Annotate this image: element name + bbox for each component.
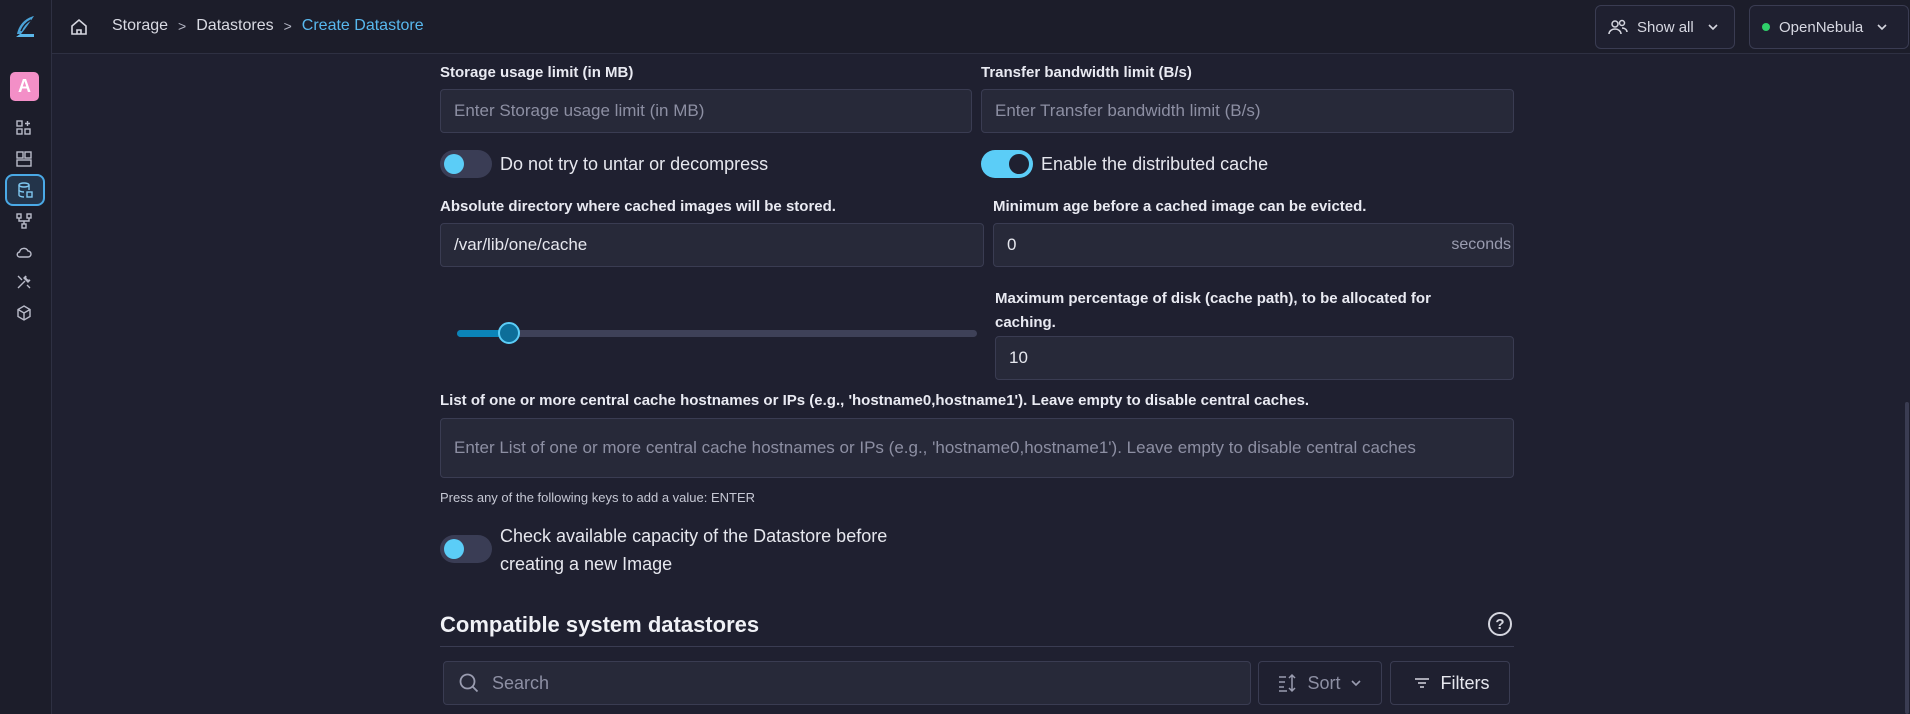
cloud-icon[interactable] [13,241,35,263]
sort-icon [1279,673,1297,693]
central-caches-placeholder: Enter List of one or more central cache … [454,438,1416,457]
sort-button[interactable]: Sort [1258,661,1382,705]
scrollbar[interactable] [1902,54,1910,714]
check-capacity-toggle[interactable] [440,535,492,563]
search-placeholder: Search [492,672,550,693]
breadcrumb-separator-icon: > [283,18,292,34]
zone-selector[interactable]: OpenNebula [1749,5,1909,49]
help-icon[interactable]: ? [1488,612,1512,636]
sidebar: A [0,0,52,714]
check-capacity-label-line2: creating a new Image [500,554,673,574]
section-divider [440,646,1514,647]
tools-icon[interactable] [13,271,35,293]
datastore-search-input[interactable]: Search [443,661,1251,705]
search-icon [459,673,479,693]
compatible-datastores-title: Compatible system datastores [440,612,760,637]
storage-limit-input[interactable]: Enter Storage usage limit (in MB) [440,89,972,133]
breadcrumb-storage[interactable]: Storage [112,17,168,35]
sort-label: Sort [1307,672,1341,693]
bandwidth-limit-label: Transfer bandwidth limit (B/s) [981,64,1192,81]
breadcrumb: Storage > Datastores > Create Datastore [112,17,424,35]
storage-icon[interactable] [5,174,45,206]
breadcrumb-separator-icon: > [178,18,187,34]
chevron-down-icon [1877,24,1887,31]
avatar[interactable]: A [10,72,39,101]
zone-label: OpenNebula [1779,18,1864,36]
min-age-value: 0 [1007,235,1017,254]
min-age-unit: seconds [1451,236,1511,253]
max-percentage-slider-thumb[interactable] [498,322,520,344]
opennebula-logo[interactable] [12,14,38,40]
no-decompress-label: Do not try to untar or decompress [500,154,769,174]
cache-dir-input[interactable]: /var/lib/one/cache [440,223,984,267]
cache-dir-label: Absolute directory where cached images w… [440,198,836,215]
bandwidth-limit-input[interactable]: Enter Transfer bandwidth limit (B/s) [981,89,1514,133]
filter-icon [1414,678,1429,688]
max-percentage-label: Maximum percentage of disk (cache path),… [995,290,1431,331]
distributed-cache-label: Enable the distributed cache [1041,154,1269,174]
check-capacity-label-line1: Check available capacity of the Datastor… [500,526,888,546]
filters-label: Filters [1440,672,1490,693]
dashboard-icon[interactable] [13,148,35,170]
users-icon [1608,19,1628,35]
cube-icon[interactable] [13,302,35,324]
home-icon[interactable] [68,16,90,38]
breadcrumb-datastores[interactable]: Datastores [196,17,273,35]
central-caches-label: List of one or more central cache hostna… [440,392,1310,409]
max-percentage-input[interactable]: 10 [995,336,1514,380]
topbar: Storage > Datastores > Create Datastore … [52,0,1910,54]
min-age-label: Minimum age before a cached image can be… [993,198,1367,215]
central-caches-helper: Press any of the following keys to add a… [440,490,756,505]
filters-button[interactable]: Filters [1390,661,1510,705]
max-percentage-slider-track[interactable] [457,330,977,337]
apps-add-icon[interactable] [13,117,35,139]
distributed-cache-toggle[interactable] [981,150,1033,178]
breadcrumb-current: Create Datastore [301,17,424,34]
show-all-button[interactable]: Show all [1595,5,1735,49]
storage-limit-label: Storage usage limit (in MB) [440,64,634,81]
min-age-input[interactable]: 0 seconds [993,223,1514,267]
chevron-down-icon [1350,680,1361,687]
chevron-down-icon [1708,24,1718,31]
no-decompress-toggle[interactable] [440,150,492,178]
zone-status-dot [1762,23,1770,31]
avatar-letter: A [18,76,31,96]
network-icon[interactable] [13,210,35,232]
show-all-label: Show all [1637,18,1694,36]
central-caches-input[interactable]: Enter List of one or more central cache … [440,418,1514,478]
main-content: Storage usage limit (in MB) Enter Storag… [52,54,1910,714]
